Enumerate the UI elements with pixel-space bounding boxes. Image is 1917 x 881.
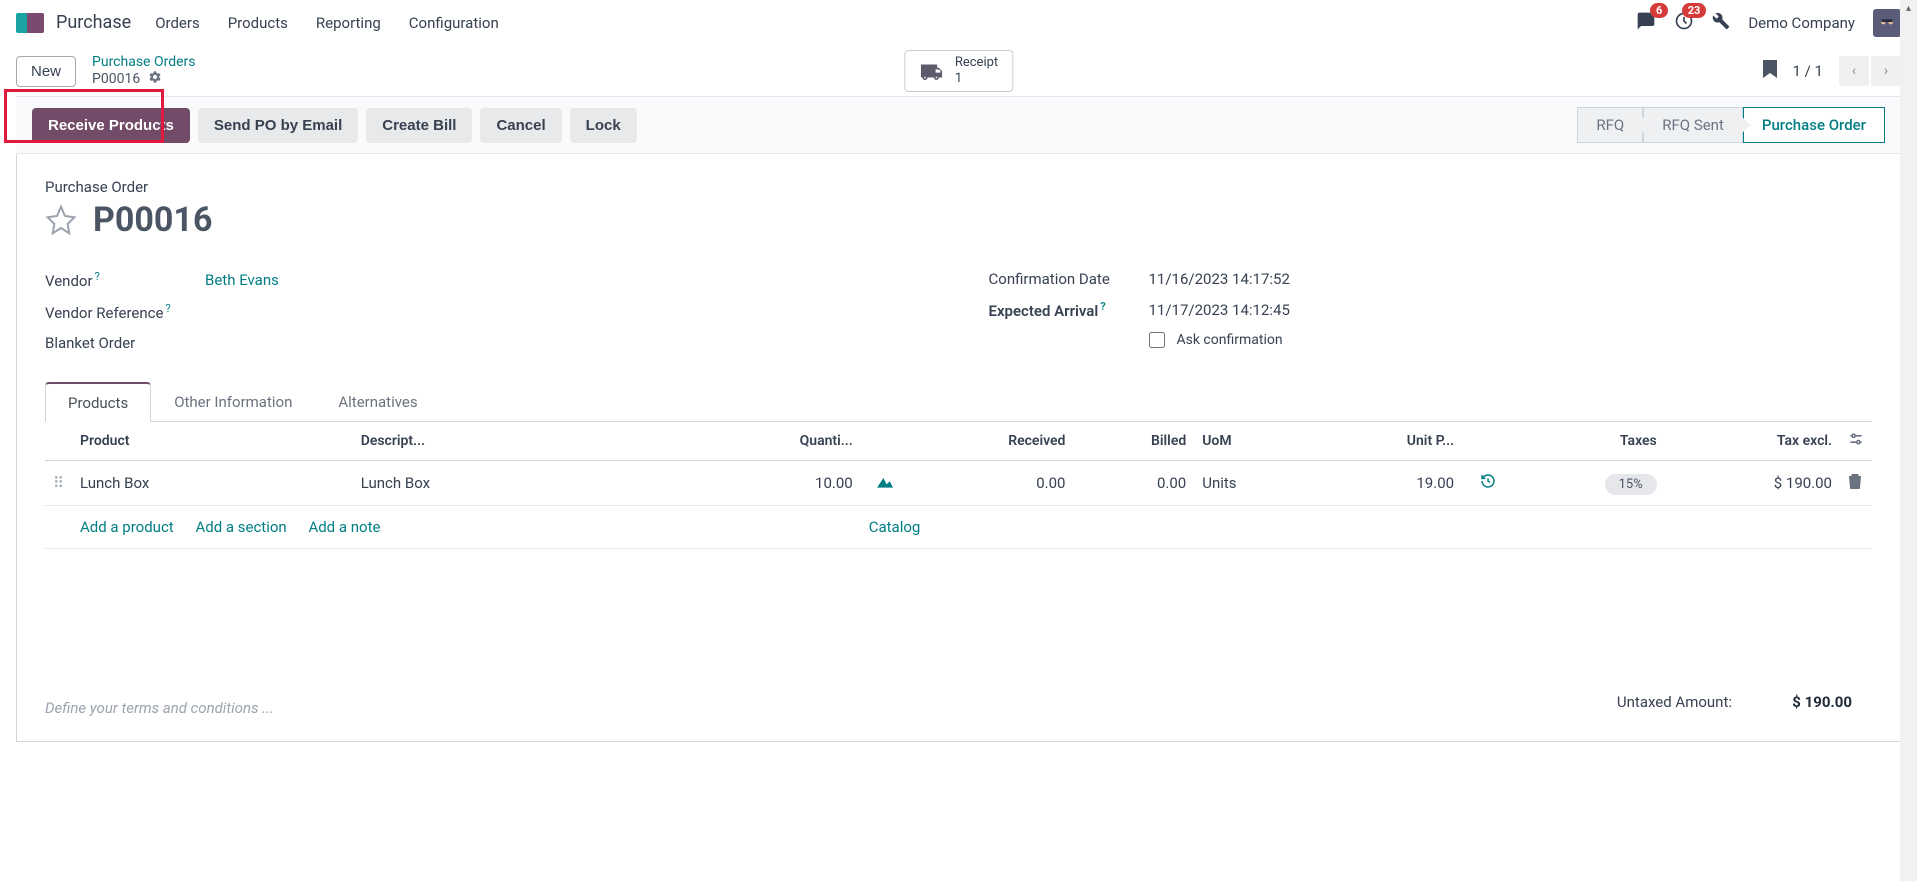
messages-badge: 6 bbox=[1650, 3, 1668, 18]
cell-billed[interactable]: 0.00 bbox=[1073, 461, 1194, 506]
tab-alternatives[interactable]: Alternatives bbox=[315, 382, 440, 422]
ask-confirmation-checkbox[interactable] bbox=[1149, 332, 1165, 348]
help-icon[interactable]: ? bbox=[165, 302, 170, 315]
breadcrumb: Purchase Orders P00016 bbox=[92, 54, 195, 88]
terms-conditions-input[interactable]: Define your terms and conditions ... bbox=[45, 699, 1592, 717]
col-taxes[interactable]: Taxes bbox=[1504, 422, 1665, 461]
col-quantity[interactable]: Quanti... bbox=[633, 422, 860, 461]
cell-uom[interactable]: Units bbox=[1194, 461, 1313, 506]
help-icon[interactable]: ? bbox=[95, 270, 100, 283]
step-rfq[interactable]: RFQ bbox=[1577, 107, 1643, 143]
tabs: Products Other Information Alternatives bbox=[45, 382, 1872, 422]
new-button[interactable]: New bbox=[16, 56, 76, 87]
col-uom[interactable]: UoM bbox=[1194, 422, 1313, 461]
control-bar: New Purchase Orders P00016 Receipt 1 1 /… bbox=[0, 46, 1917, 96]
expected-arrival-value[interactable]: 11/17/2023 14:12:45 bbox=[1149, 301, 1290, 319]
document-title: P00016 bbox=[93, 200, 212, 240]
gear-icon[interactable] bbox=[148, 70, 162, 88]
activities-icon[interactable]: 23 bbox=[1674, 11, 1694, 35]
app-title[interactable]: Purchase bbox=[56, 12, 131, 33]
star-icon[interactable] bbox=[45, 204, 77, 236]
confirm-date-label: Confirmation Date bbox=[989, 270, 1149, 288]
form-sheet: Purchase Order P00016 Vendor? Beth Evans… bbox=[16, 154, 1901, 742]
cell-unit-price[interactable]: 19.00 bbox=[1313, 461, 1462, 506]
cell-description[interactable]: Lunch Box bbox=[353, 461, 634, 506]
breadcrumb-current: P00016 bbox=[92, 71, 140, 87]
company-name[interactable]: Demo Company bbox=[1748, 14, 1855, 32]
add-row: Add a product Add a section Add a note C… bbox=[45, 506, 1872, 549]
untaxed-amount-value: $ 190.00 bbox=[1772, 693, 1852, 711]
create-bill-button[interactable]: Create Bill bbox=[366, 108, 472, 143]
step-rfq-sent[interactable]: RFQ Sent bbox=[1643, 107, 1743, 143]
help-icon[interactable]: ? bbox=[1100, 300, 1105, 313]
tab-products[interactable]: Products bbox=[45, 382, 151, 422]
receive-products-button[interactable]: Receive Products bbox=[32, 108, 190, 143]
truck-icon bbox=[919, 61, 945, 81]
catalog-link[interactable]: Catalog bbox=[869, 518, 921, 536]
col-billed[interactable]: Billed bbox=[1073, 422, 1194, 461]
confirm-date-value[interactable]: 11/16/2023 14:17:52 bbox=[1149, 270, 1290, 288]
status-steps: RFQ RFQ Sent Purchase Order bbox=[1577, 107, 1885, 143]
col-received[interactable]: Received bbox=[901, 422, 1074, 461]
user-avatar[interactable] bbox=[1873, 9, 1901, 37]
breadcrumb-parent[interactable]: Purchase Orders bbox=[92, 54, 195, 70]
col-description[interactable]: Descript... bbox=[353, 422, 634, 461]
nav-products[interactable]: Products bbox=[228, 14, 288, 32]
totals: Untaxed Amount: $ 190.00 bbox=[1592, 687, 1872, 717]
add-note-link[interactable]: Add a note bbox=[308, 518, 380, 536]
untaxed-amount-label: Untaxed Amount: bbox=[1592, 693, 1732, 711]
vendor-ref-label: Vendor Reference bbox=[45, 304, 163, 322]
scroll-up-icon[interactable]: ▴ bbox=[1900, 0, 1917, 17]
step-purchase-order[interactable]: Purchase Order bbox=[1743, 107, 1885, 143]
vertical-scrollbar[interactable]: ▴ bbox=[1900, 0, 1917, 881]
vendor-label: Vendor bbox=[45, 272, 93, 290]
drag-handle-icon[interactable]: ⠿ bbox=[53, 474, 64, 492]
tab-other-information[interactable]: Other Information bbox=[151, 382, 315, 422]
app-icon[interactable] bbox=[16, 13, 44, 33]
receipt-count: 1 bbox=[955, 71, 998, 87]
cell-tax-excl: $ 190.00 bbox=[1665, 461, 1840, 506]
debug-icon[interactable] bbox=[1712, 12, 1730, 34]
history-icon[interactable] bbox=[1480, 475, 1496, 493]
receipt-stat-button[interactable]: Receipt 1 bbox=[904, 50, 1013, 91]
nav-orders[interactable]: Orders bbox=[155, 14, 200, 32]
order-lines-table: Product Descript... Quanti... Received B… bbox=[45, 422, 1872, 639]
add-section-link[interactable]: Add a section bbox=[195, 518, 286, 536]
send-po-button[interactable]: Send PO by Email bbox=[198, 108, 358, 143]
cell-taxes[interactable]: 15% bbox=[1605, 474, 1657, 495]
nav-configuration[interactable]: Configuration bbox=[409, 14, 499, 32]
vendor-value[interactable]: Beth Evans bbox=[205, 271, 279, 289]
table-row[interactable]: ⠿ Lunch Box Lunch Box 10.00 0.00 0.00 Un… bbox=[45, 461, 1872, 506]
blanket-order-label: Blanket Order bbox=[45, 334, 205, 352]
status-bar: Receive Products Send PO by Email Create… bbox=[16, 96, 1901, 154]
pager-prev-button[interactable]: ‹ bbox=[1839, 56, 1869, 86]
expected-arrival-label: Expected Arrival bbox=[989, 302, 1099, 320]
ask-confirmation-label: Ask confirmation bbox=[1177, 332, 1283, 348]
delete-row-icon[interactable] bbox=[1848, 475, 1862, 493]
lock-button[interactable]: Lock bbox=[570, 108, 637, 143]
column-settings-icon[interactable] bbox=[1848, 434, 1864, 450]
cell-received[interactable]: 0.00 bbox=[901, 461, 1074, 506]
document-type-label: Purchase Order bbox=[45, 178, 1872, 196]
add-product-link[interactable]: Add a product bbox=[80, 518, 174, 536]
col-tax-excl[interactable]: Tax excl. bbox=[1665, 422, 1840, 461]
col-unit-price[interactable]: Unit P... bbox=[1313, 422, 1462, 461]
top-navigation: Purchase Orders Products Reporting Confi… bbox=[0, 0, 1917, 46]
pager-text[interactable]: 1 / 1 bbox=[1793, 62, 1824, 80]
receipt-label: Receipt bbox=[955, 55, 998, 71]
bookmark-icon[interactable] bbox=[1763, 60, 1777, 82]
messages-icon[interactable]: 6 bbox=[1636, 11, 1656, 35]
pager-next-button[interactable]: › bbox=[1871, 56, 1901, 86]
col-product[interactable]: Product bbox=[72, 422, 353, 461]
cell-quantity[interactable]: 10.00 bbox=[633, 461, 860, 506]
nav-reporting[interactable]: Reporting bbox=[316, 14, 381, 32]
cell-product[interactable]: Lunch Box bbox=[72, 461, 353, 506]
cancel-button[interactable]: Cancel bbox=[480, 108, 561, 143]
forecast-icon[interactable] bbox=[877, 474, 893, 492]
activities-badge: 23 bbox=[1682, 3, 1707, 18]
